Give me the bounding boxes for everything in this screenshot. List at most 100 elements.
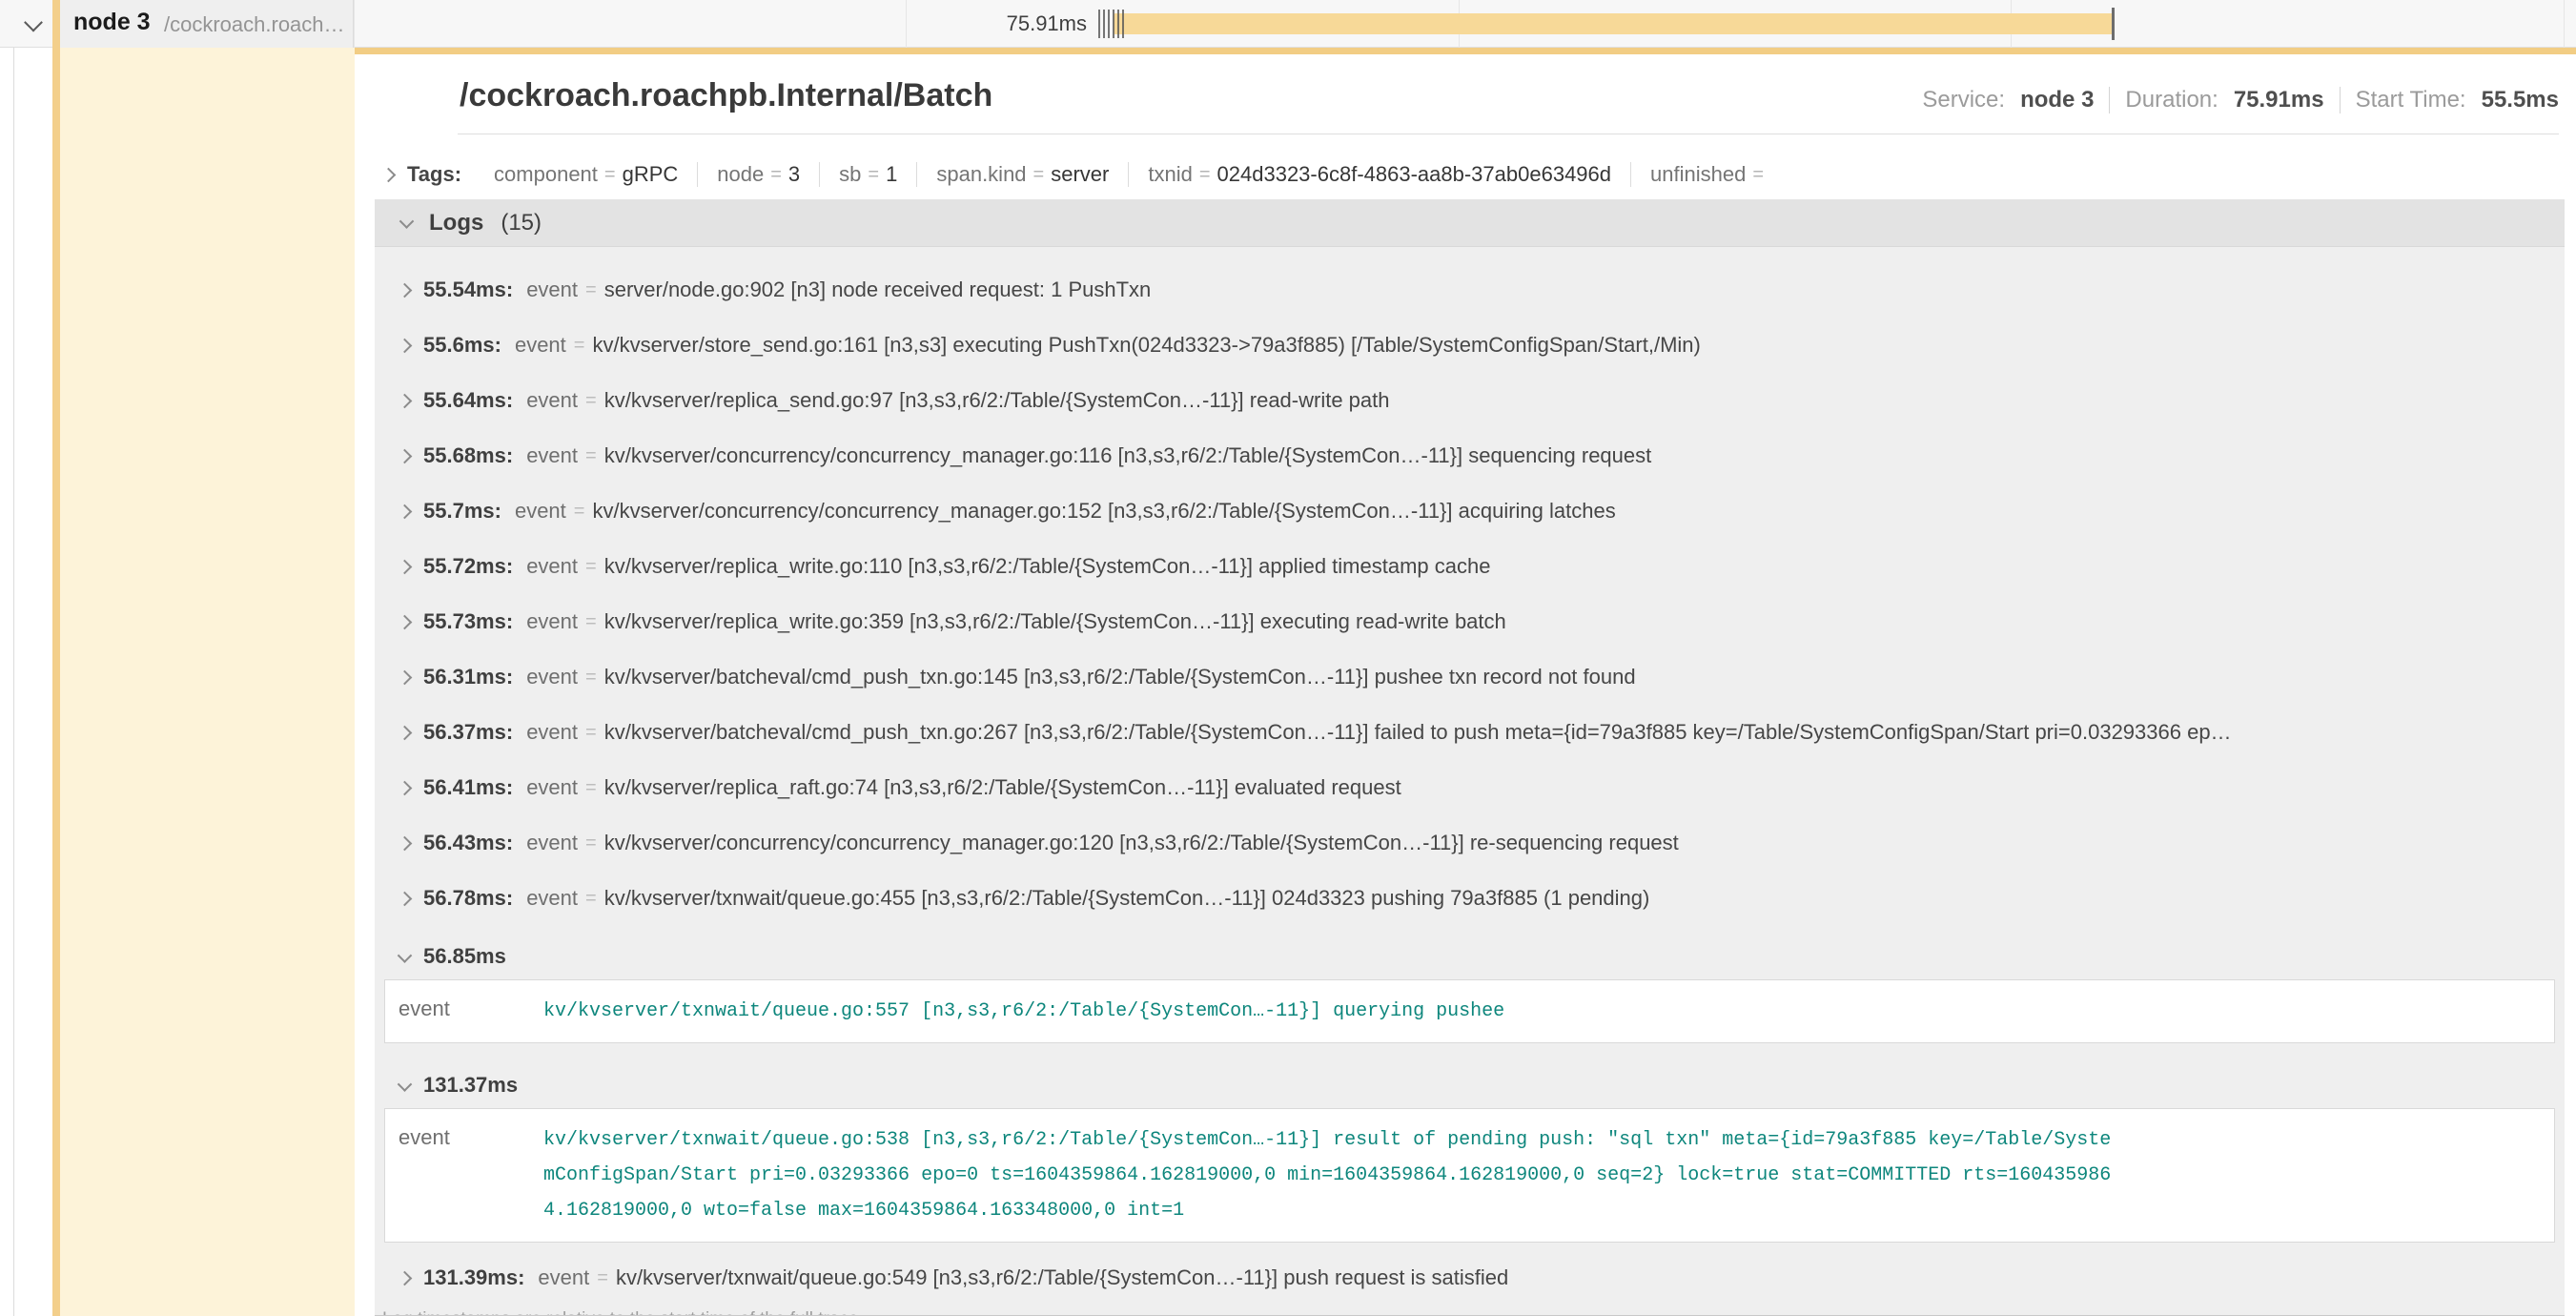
equals-sign: = [578, 667, 604, 689]
log-timestamp: 56.37ms: [423, 720, 513, 745]
log-expand-chevron-icon[interactable] [398, 448, 413, 463]
log-expand-chevron-icon[interactable] [398, 614, 413, 629]
tag-item[interactable]: sb=1 [819, 162, 916, 187]
log-entry-row[interactable]: 55.54ms: event=server/node.go:902 [n3] no… [375, 262, 2565, 318]
log-entry-row[interactable]: 56.41ms:event=kv/kvserver/replica_raft.g… [375, 760, 2565, 815]
log-field-value: kv/kvserver/batcheval/cmd_push_txn.go:26… [604, 720, 2232, 745]
log-field-value: kv/kvserver/replica_write.go:110 [n3,s3,… [604, 554, 1491, 579]
equals-sign: = [1193, 164, 1217, 186]
log-kv: event=server/node.go:902 [n3] node recei… [526, 278, 1151, 302]
tags-accordian[interactable]: Tags: component=gRPCnode=3sb=1span.kind=… [383, 155, 1789, 194]
log-timestamp: 55.54ms: [423, 278, 513, 302]
log-timestamp: 56.78ms: [423, 886, 513, 911]
log-timestamp: 131.37ms [423, 1073, 518, 1098]
log-timestamp: 55.72ms: [423, 554, 513, 579]
log-field-value: kv/kvserver/replica_send.go:97 [n3,s3,r6… [604, 388, 1390, 413]
log-expand-chevron-icon[interactable] [398, 393, 413, 408]
equals-sign: = [578, 611, 604, 633]
log-entry-expanded-header[interactable]: 131.37ms [375, 1062, 2565, 1108]
log-timestamp: 56.41ms: [423, 775, 513, 800]
log-kv: event=kv/kvserver/replica_write.go:359 [… [526, 609, 1506, 634]
log-entry-row[interactable]: 55.64ms:event=kv/kvserver/replica_send.g… [375, 373, 2565, 428]
log-field-value: kv/kvserver/concurrency/concurrency_mana… [604, 443, 1652, 468]
log-field-value: kv/kvserver/txnwait/queue.go:538 [n3,s3,… [543, 1122, 2116, 1228]
log-collapse-chevron-icon[interactable] [398, 948, 413, 963]
log-expand-chevron-icon[interactable] [398, 559, 413, 574]
log-entry-row[interactable]: 56.78ms:event=kv/kvserver/txnwait/queue.… [375, 871, 2565, 926]
log-field-key: event [515, 499, 566, 524]
log-field-key: event [526, 775, 578, 800]
equals-sign: = [764, 164, 788, 186]
log-entry-row[interactable]: 56.37ms:event=kv/kvserver/batcheval/cmd_… [375, 705, 2565, 760]
log-entry-row[interactable]: 55.68ms:event=kv/kvserver/concurrency/co… [375, 428, 2565, 483]
log-field-key: event [526, 388, 578, 413]
log-expand-chevron-icon[interactable] [398, 835, 413, 851]
equals-sign: = [598, 164, 623, 186]
log-timestamp: 55.7ms: [423, 499, 501, 524]
timeline-gridline [906, 0, 907, 48]
logs-list: 55.54ms:event=server/node.go:902 [n3] no… [375, 247, 2565, 1306]
tag-item[interactable]: component=gRPC [475, 162, 697, 187]
span-detail-header: /cockroach.roachpb.Internal/Batch Servic… [458, 75, 2559, 134]
log-entry-row[interactable]: 56.31ms:event=kv/kvserver/batcheval/cmd_… [375, 649, 2565, 705]
tag-item[interactable]: node=3 [697, 162, 819, 187]
log-entry-row[interactable]: 55.72ms: event=kv/kvserver/replica_write.… [375, 539, 2565, 594]
log-field-value: kv/kvserver/batcheval/cmd_push_txn.go:14… [604, 665, 1636, 689]
equals-sign: = [578, 556, 604, 578]
log-expand-chevron-icon[interactable] [398, 725, 413, 740]
log-field-value: server/node.go:902 [n3] node received re… [604, 278, 1152, 302]
tag-key: sb [839, 162, 861, 187]
tag-item[interactable]: span.kind=server [916, 162, 1128, 187]
log-marker-tick [1108, 10, 1110, 38]
log-collapse-chevron-icon[interactable] [398, 1077, 413, 1092]
log-field-key: event [526, 886, 578, 911]
log-field-key: event [526, 554, 578, 579]
log-expand-chevron-icon[interactable] [398, 780, 413, 795]
log-kv: event=kv/kvserver/replica_send.go:97 [n3… [526, 388, 1389, 413]
log-marker-tick [1103, 10, 1105, 38]
tags-expand-chevron-icon[interactable] [381, 167, 397, 182]
log-kv: event=kv/kvserver/concurrency/concurrenc… [526, 831, 1679, 855]
tag-key: span.kind [936, 162, 1026, 187]
log-entry-row[interactable]: 131.39ms:event=kv/kvserver/txnwait/queue… [375, 1250, 2565, 1306]
span-meta: Service:node 3Duration:75.91msStart Time… [1922, 87, 2559, 113]
logs-collapse-chevron-icon[interactable] [399, 214, 415, 229]
equals-sign: = [578, 445, 604, 467]
tag-item[interactable]: unfinished= [1630, 162, 1789, 187]
span-row[interactable]: node 3 /cockroach.roach… 75.91ms [0, 0, 2576, 48]
equals-sign: = [1027, 164, 1052, 186]
log-expand-chevron-icon[interactable] [398, 669, 413, 685]
log-kv: event=kv/kvserver/concurrency/concurrenc… [526, 443, 1651, 468]
log-expand-chevron-icon[interactable] [398, 1270, 413, 1285]
equals-sign: = [578, 390, 604, 412]
log-field-key: event [526, 831, 578, 855]
log-marker-tick [1098, 10, 1100, 38]
span-duration-label: 75.91ms [944, 11, 1087, 36]
log-entry-row[interactable]: 55.73ms:event=kv/kvserver/replica_write.… [375, 594, 2565, 649]
equals-sign: = [578, 888, 604, 910]
log-entry-row[interactable]: 56.43ms: event=kv/kvserver/concurrency/co… [375, 815, 2565, 871]
log-marker-tick [1117, 10, 1119, 38]
log-expand-chevron-icon[interactable] [398, 338, 413, 353]
log-timestamp: 56.43ms: [423, 831, 513, 855]
equals-sign: = [566, 335, 593, 357]
log-expand-chevron-icon[interactable] [398, 282, 413, 298]
log-entry-row[interactable]: 55.7ms:event=kv/kvserver/concurrency/con… [375, 483, 2565, 539]
page-title: /cockroach.roachpb.Internal/Batch [460, 77, 992, 114]
log-field-value: kv/kvserver/replica_raft.go:74 [n3,s3,r6… [604, 775, 1401, 800]
span-duration-bar[interactable] [1114, 13, 2114, 34]
log-marker-tick-end [2112, 8, 2115, 40]
logs-header[interactable]: Logs (15) [375, 199, 2565, 247]
log-expand-chevron-icon[interactable] [398, 504, 413, 519]
log-entry-row[interactable]: 55.6ms:event=kv/kvserver/store_send.go:1… [375, 318, 2565, 373]
log-expand-chevron-icon[interactable] [398, 891, 413, 906]
equals-sign: = [566, 501, 593, 523]
log-field-key: event [526, 443, 578, 468]
tag-item[interactable]: txnid=024d3323-6c8f-4863-aa8b-37ab0e6349… [1128, 162, 1630, 187]
meta-separator [2340, 87, 2341, 113]
log-field-key: event [526, 665, 578, 689]
log-entry-expanded-header[interactable]: 56.85ms [375, 934, 2565, 979]
log-field-key: event [526, 609, 578, 634]
collapse-span-chevron-icon[interactable] [27, 17, 40, 35]
equals-sign: = [1746, 164, 1770, 186]
